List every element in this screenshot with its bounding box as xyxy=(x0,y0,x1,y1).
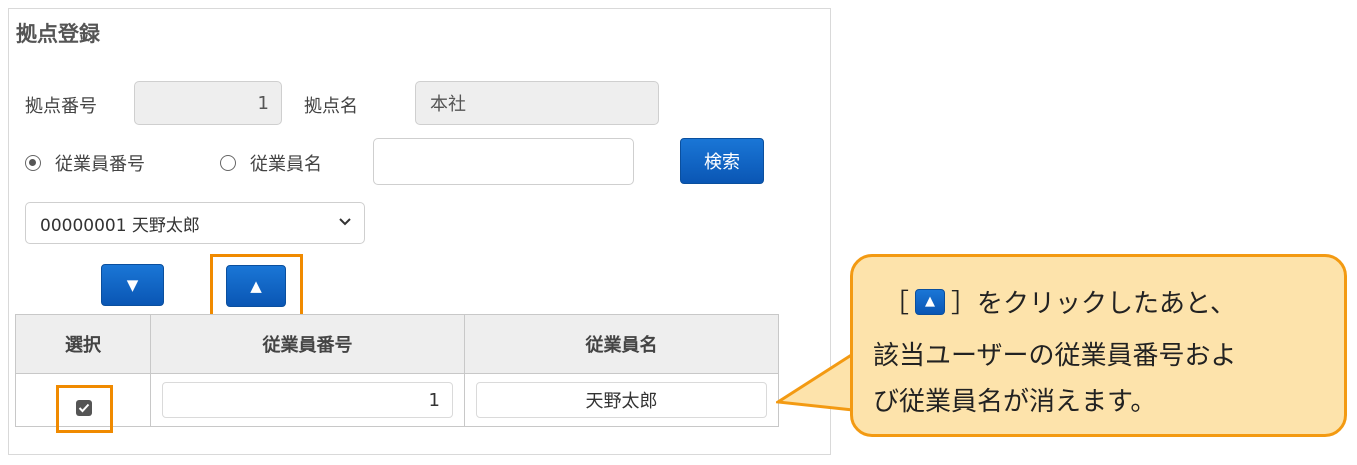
radio-unselected-icon xyxy=(220,155,236,171)
employee-table: 選択 従業員番号 従業員名 1 天野太郎 xyxy=(15,314,779,427)
header-employee-name: 従業員名 xyxy=(464,314,779,374)
callout-line2: 該当ユーザーの従業員番号およ xyxy=(873,341,1237,371)
radio-selected-icon xyxy=(25,155,41,171)
employee-select-value: 00000001 天野太郎 xyxy=(40,215,200,236)
row-select-checkbox[interactable] xyxy=(76,400,92,416)
base-name-value: 本社 xyxy=(430,94,466,115)
radio-employee-number[interactable]: 従業員番号 xyxy=(25,150,145,176)
base-number-field[interactable]: 1 xyxy=(134,81,282,125)
employee-name-value: 天野太郎 xyxy=(585,391,658,412)
callout-line1: ］をクリックしたあと、 xyxy=(951,289,1236,319)
base-number-value: 1 xyxy=(257,92,269,114)
check-icon xyxy=(78,403,90,413)
callout-pointer xyxy=(776,352,854,412)
instruction-callout: ［ ▲ ］をクリックしたあと、 該当ユーザーの従業員番号およ び従業員名が消えま… xyxy=(850,254,1347,437)
move-up-button[interactable]: ▲ xyxy=(226,265,286,307)
callout-bracket-open: ［ xyxy=(883,289,910,319)
base-name-field[interactable]: 本社 xyxy=(415,81,659,125)
radio-employee-name[interactable]: 従業員名 xyxy=(220,150,322,176)
radio-employee-name-label: 従業員名 xyxy=(250,154,322,175)
employee-number-field[interactable]: 1 xyxy=(162,382,453,418)
callout-up-button-icon: ▲ xyxy=(915,288,946,315)
callout-line3: び従業員名が消えます。 xyxy=(873,387,1157,417)
down-arrow-icon: ▼ xyxy=(126,276,139,294)
search-button[interactable]: 検索 xyxy=(680,138,764,184)
radio-employee-number-label: 従業員番号 xyxy=(55,154,145,175)
base-number-label: 拠点番号 xyxy=(25,96,97,117)
page-title: 拠点登録 xyxy=(16,22,100,46)
employee-number-cell: 1 xyxy=(150,373,465,427)
chevron-down-icon xyxy=(338,215,352,231)
table-row: 1 天野太郎 xyxy=(15,373,779,427)
base-name-label: 拠点名 xyxy=(304,96,358,117)
employee-name-cell: 天野太郎 xyxy=(464,373,779,427)
up-arrow-icon: ▲ xyxy=(250,277,262,295)
move-down-button[interactable]: ▼ xyxy=(101,264,164,306)
search-input[interactable] xyxy=(373,138,634,185)
header-employee-number: 従業員番号 xyxy=(150,314,465,374)
up-arrow-icon: ▲ xyxy=(925,294,936,309)
header-select: 選択 xyxy=(15,314,151,374)
employee-name-field[interactable]: 天野太郎 xyxy=(476,382,767,418)
employee-number-value: 1 xyxy=(428,389,440,411)
employee-select[interactable]: 00000001 天野太郎 xyxy=(25,202,365,244)
